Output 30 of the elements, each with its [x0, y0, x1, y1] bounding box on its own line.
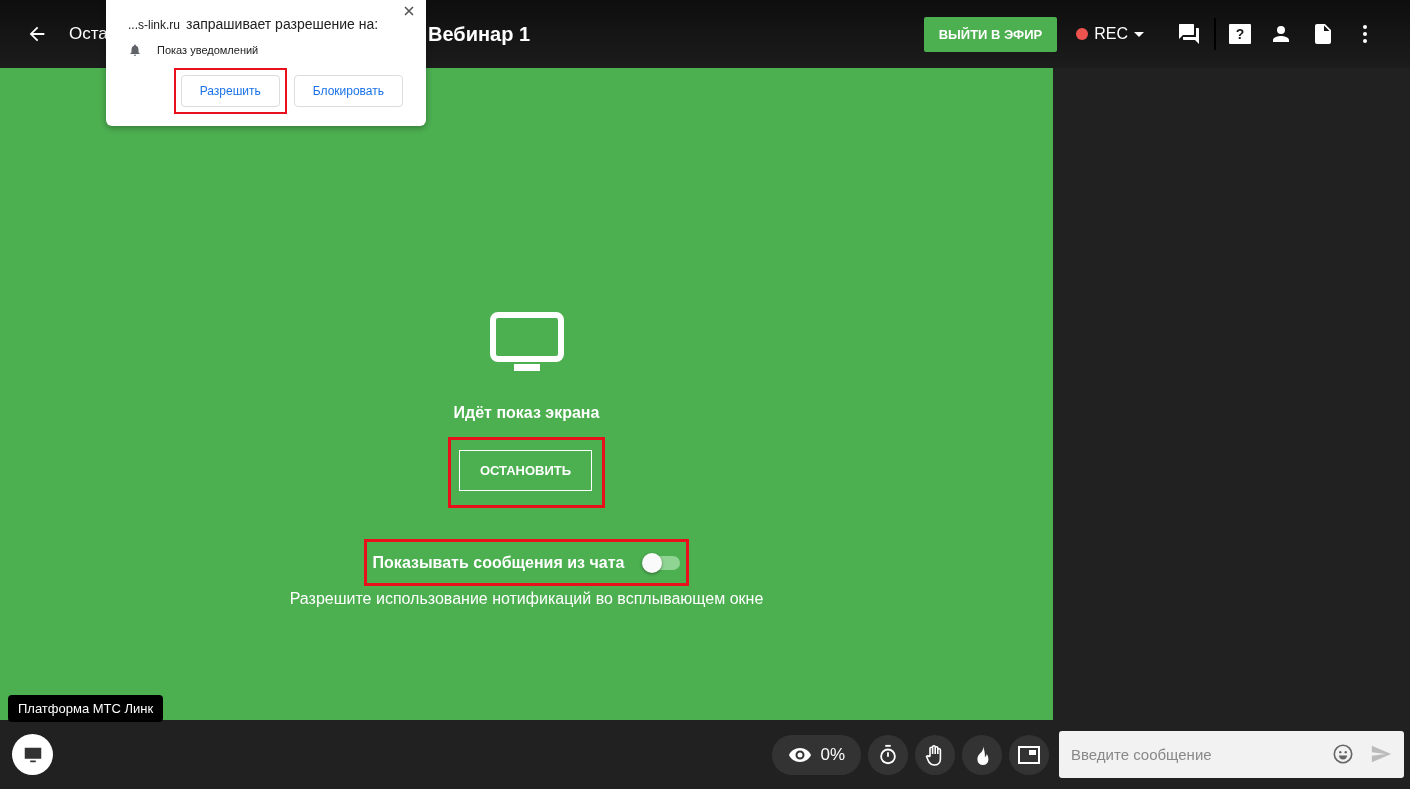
site-name: ...s-link.ru [128, 18, 180, 32]
picture-in-picture-button[interactable] [1009, 734, 1049, 775]
status-text: Идёт показ экрана [453, 404, 600, 422]
fire-button[interactable] [962, 734, 1002, 775]
toggle-switch[interactable] [644, 556, 681, 570]
permission-name: Показ уведомлений [157, 44, 259, 56]
webinar-title: Вебинар 1 [428, 22, 531, 46]
viewers-button[interactable]: 0% [772, 734, 861, 775]
bell-icon [128, 43, 142, 57]
question-icon[interactable]: ? [1229, 24, 1251, 44]
hint-text: Разрешите использование нотификаций во всплывающем окне [289, 590, 764, 608]
hand-button[interactable] [915, 734, 955, 775]
stopwatch-button[interactable] [868, 734, 908, 775]
chat-icon[interactable] [1177, 22, 1201, 46]
emoji-icon[interactable] [1332, 743, 1354, 765]
caret-icon [1134, 31, 1144, 37]
screen-button[interactable] [12, 734, 53, 775]
page-title: Оста [69, 24, 108, 43]
permission-request-text: запрашивает разрешение на: [186, 16, 379, 32]
message-input[interactable]: Введите сообщение [1059, 731, 1404, 778]
permission-button[interactable]: Блокировать [293, 75, 403, 107]
rec-dropdown[interactable]: REC [1076, 25, 1144, 43]
close-icon[interactable] [404, 6, 414, 16]
toggle-label: Показывать сообщения из чата [372, 554, 625, 572]
permission-button[interactable]: Разрешить [180, 75, 280, 107]
stopwatch-icon [877, 743, 899, 766]
go-live-button[interactable]: ВЫЙТИ В ЭФИР [923, 16, 1058, 52]
stop-button[interactable]: ОСТАНОВИТЬ [458, 450, 593, 491]
tooltip: Платформа МТС Линк [8, 695, 164, 722]
monitor-icon [489, 312, 564, 372]
